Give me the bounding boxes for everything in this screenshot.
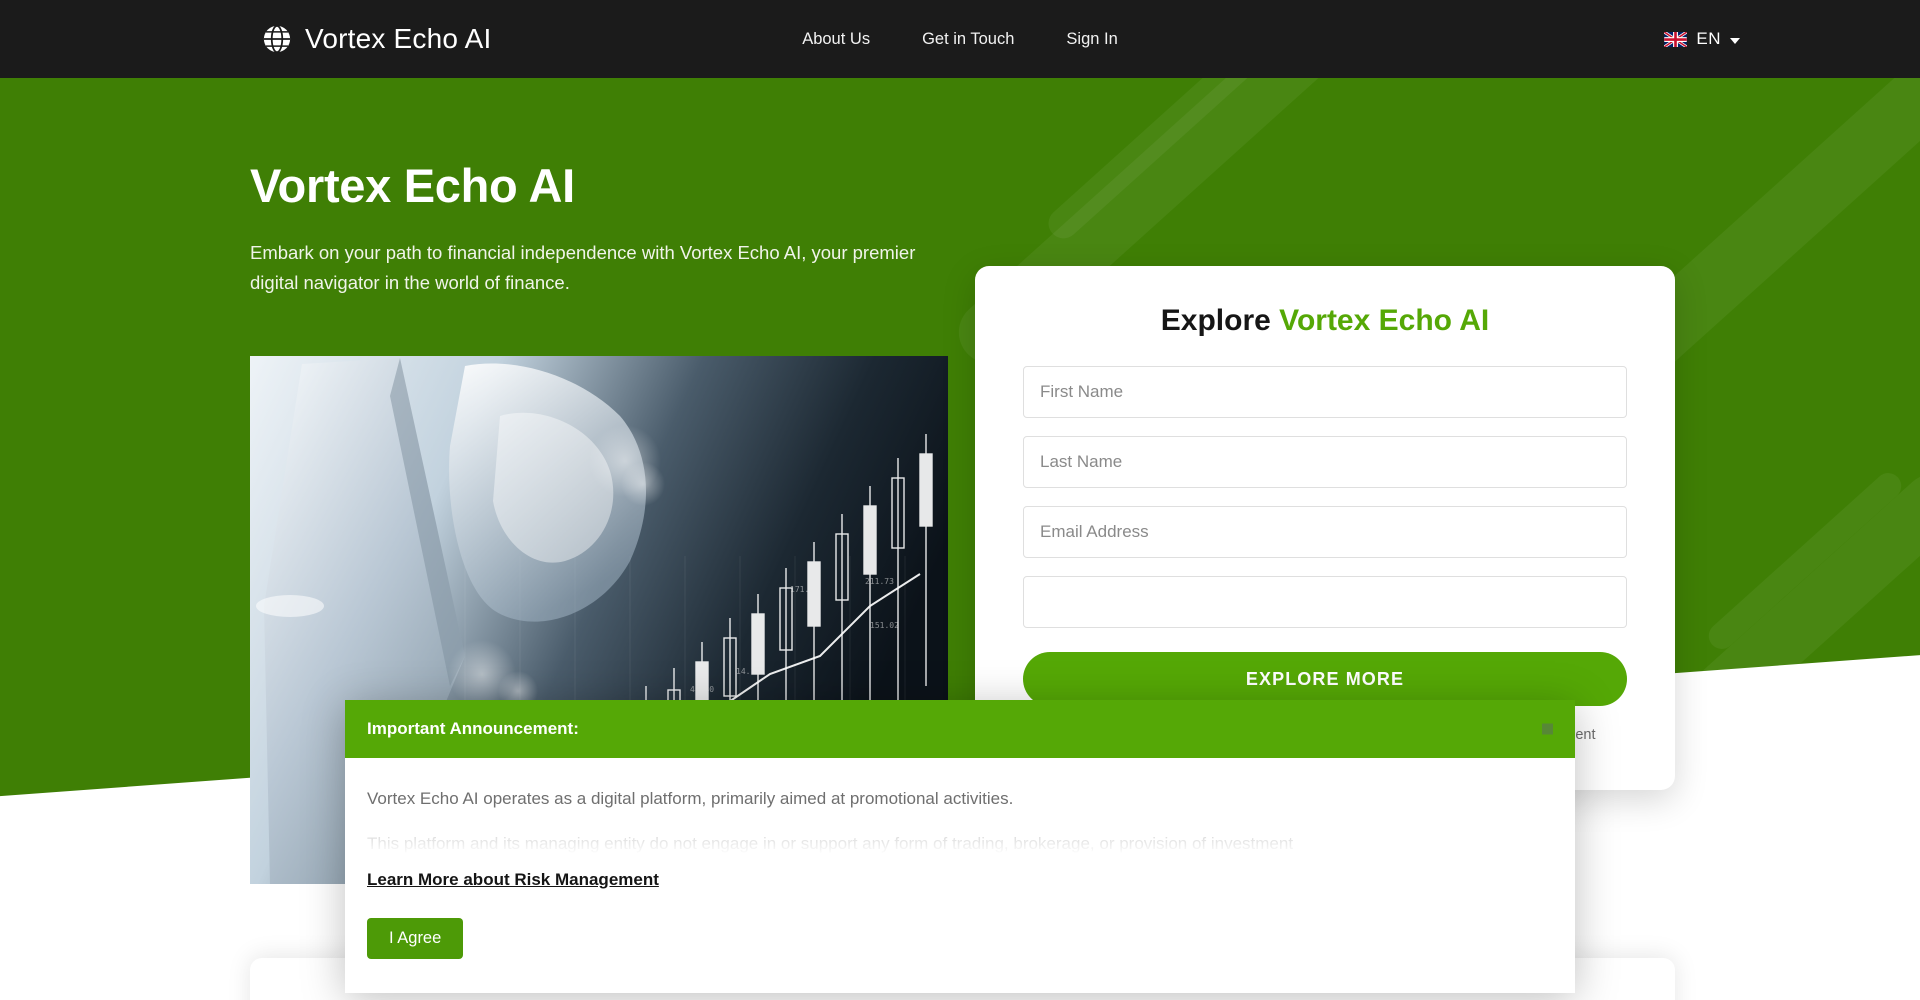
first-name-input[interactable] — [1023, 366, 1627, 418]
modal-paragraph-2: This platform and its managing entity do… — [367, 833, 1294, 853]
main-nav: About Us Get in Touch Sign In — [802, 30, 1118, 49]
explore-more-button[interactable]: EXPLORE MORE — [1023, 652, 1627, 706]
modal-header: Important Announcement: — [345, 700, 1575, 758]
nav-item-about-us[interactable]: About Us — [802, 30, 870, 49]
email-address-input[interactable] — [1023, 506, 1627, 558]
risk-management-link[interactable]: Learn More about Risk Management — [367, 870, 659, 890]
svg-text:48.30: 48.30 — [690, 685, 714, 694]
modal-title: Important Announcement: — [367, 719, 579, 738]
svg-text:211.73: 211.73 — [865, 577, 894, 586]
brand-logo[interactable]: Vortex Echo AI — [262, 23, 491, 55]
globe-icon — [262, 24, 292, 54]
chevron-down-icon — [1730, 37, 1740, 44]
page-root: Vortex Echo AI About Us Get in Touch Sig… — [0, 0, 1920, 1000]
hero-title: Vortex Echo AI — [250, 159, 575, 212]
nav-item-get-in-touch[interactable]: Get in Touch — [922, 30, 1014, 49]
phone-input[interactable] — [1023, 576, 1627, 628]
language-code: EN — [1696, 29, 1721, 48]
form-title: Explore Vortex Echo AI — [1023, 304, 1627, 338]
nav-item-sign-in[interactable]: Sign In — [1066, 30, 1117, 49]
language-selector[interactable]: EN — [1664, 29, 1740, 49]
important-announcement-modal: Important Announcement: Vortex Echo AI o… — [345, 700, 1575, 993]
svg-text:14.11: 14.11 — [736, 667, 760, 676]
form-title-accent: Vortex Echo AI — [1279, 304, 1490, 337]
svg-text:171.34: 171.34 — [790, 585, 819, 594]
form-title-plain: Explore — [1160, 304, 1280, 337]
modal-footer: I Agree — [345, 908, 1575, 993]
close-icon[interactable] — [1542, 723, 1553, 735]
i-agree-button[interactable]: I Agree — [367, 918, 464, 959]
last-name-input[interactable] — [1023, 436, 1627, 488]
modal-paragraph-1: Vortex Echo AI operates as a digital pla… — [367, 789, 1014, 808]
top-navigation-bar: Vortex Echo AI About Us Get in Touch Sig… — [0, 0, 1920, 78]
modal-body: Vortex Echo AI operates as a digital pla… — [345, 758, 1575, 908]
svg-text:151.02: 151.02 — [870, 621, 899, 630]
uk-flag-icon — [1664, 31, 1688, 47]
hero-text-block: Vortex Echo AI Embark on your path to fi… — [250, 159, 950, 298]
brand-name: Vortex Echo AI — [305, 23, 492, 54]
hero-subtitle: Embark on your path to financial indepen… — [250, 241, 916, 293]
